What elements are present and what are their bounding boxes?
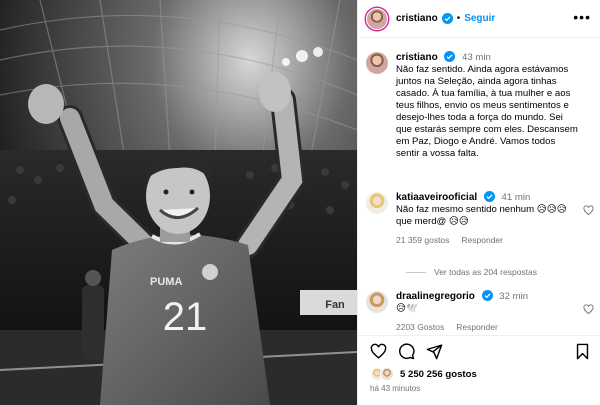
verified-badge-icon	[481, 290, 493, 301]
post-header: cristiano • Seguir •••	[358, 0, 600, 38]
avatar[interactable]	[366, 7, 388, 30]
post-side-panel: cristiano • Seguir ••• cristiano 43 min …	[357, 0, 600, 405]
header-username[interactable]: cristiano	[396, 13, 438, 24]
likes-count[interactable]: 5 250 256 gostos	[400, 369, 477, 380]
divider-line	[406, 271, 426, 273]
bookmark-icon[interactable]	[574, 343, 591, 360]
comment-username[interactable]: katiaaveirooficial	[396, 192, 477, 203]
avatar[interactable]	[366, 291, 388, 313]
liker-avatars	[370, 367, 394, 381]
comment-item: katiaaveirooficial 41 min Não faz mesmo …	[366, 191, 594, 246]
caption-row: cristiano 43 min Não faz sentido. Ainda …	[366, 51, 594, 160]
comment-likes[interactable]: 21 359 gostos	[396, 234, 449, 246]
comment-bubble-icon[interactable]	[398, 343, 415, 360]
comment-text: 😥🕊️	[396, 303, 418, 314]
view-replies-label: Ver todas as 204 respostas	[434, 267, 538, 277]
comment-time: 32 min	[499, 291, 529, 302]
avatar	[380, 367, 394, 381]
jersey-brand: PUMA	[150, 276, 182, 288]
avatar[interactable]	[366, 52, 388, 74]
avatar[interactable]	[366, 192, 388, 214]
comment-text: Não faz mesmo sentido nenhum 😥😥😥 que mer…	[396, 204, 567, 227]
heart-icon[interactable]	[583, 205, 594, 216]
reply-button[interactable]: Responder	[456, 321, 498, 333]
heart-icon[interactable]	[583, 304, 594, 315]
comment-likes[interactable]: 2203 Gostos	[396, 321, 444, 333]
photo-illustration: Fan PUMA 21	[0, 0, 357, 405]
more-options-icon[interactable]: •••	[573, 10, 591, 24]
caption-text: Não faz sentido. Ainda agora estávamos j…	[396, 64, 578, 159]
verified-badge-icon	[483, 191, 495, 202]
reply-button[interactable]: Responder	[461, 234, 503, 246]
verified-badge-icon	[444, 51, 456, 62]
jersey-number: 21	[163, 295, 208, 339]
caption-username[interactable]: cristiano	[396, 52, 438, 63]
post-actions: 5 250 256 gostos há 43 minutos	[358, 335, 600, 405]
instagram-post: Fan PUMA 21 cristiano • Seguir ••• crist…	[0, 0, 600, 405]
post-timestamp: há 43 minutos	[370, 384, 421, 393]
share-send-icon[interactable]	[426, 343, 443, 360]
post-photo[interactable]: Fan PUMA 21	[0, 0, 357, 405]
comment-username[interactable]: draalinegregorio	[396, 291, 475, 302]
caption-time: 43 min	[462, 52, 491, 63]
like-heart-icon[interactable]	[370, 343, 387, 360]
svg-text:Fan: Fan	[325, 299, 345, 311]
header-separator: •	[456, 13, 461, 24]
view-replies-button[interactable]: Ver todas as 204 respostas	[406, 267, 537, 277]
comments-list[interactable]: cristiano 43 min Não faz sentido. Ainda …	[358, 38, 600, 335]
verified-badge-icon	[441, 13, 453, 24]
likes-summary[interactable]: 5 250 256 gostos	[370, 367, 477, 381]
follow-button[interactable]: Seguir	[464, 13, 495, 24]
comment-item: draalinegregorio 32 min 😥🕊️ 2203 Gostos …	[366, 290, 594, 333]
comment-time: 41 min	[501, 192, 531, 203]
